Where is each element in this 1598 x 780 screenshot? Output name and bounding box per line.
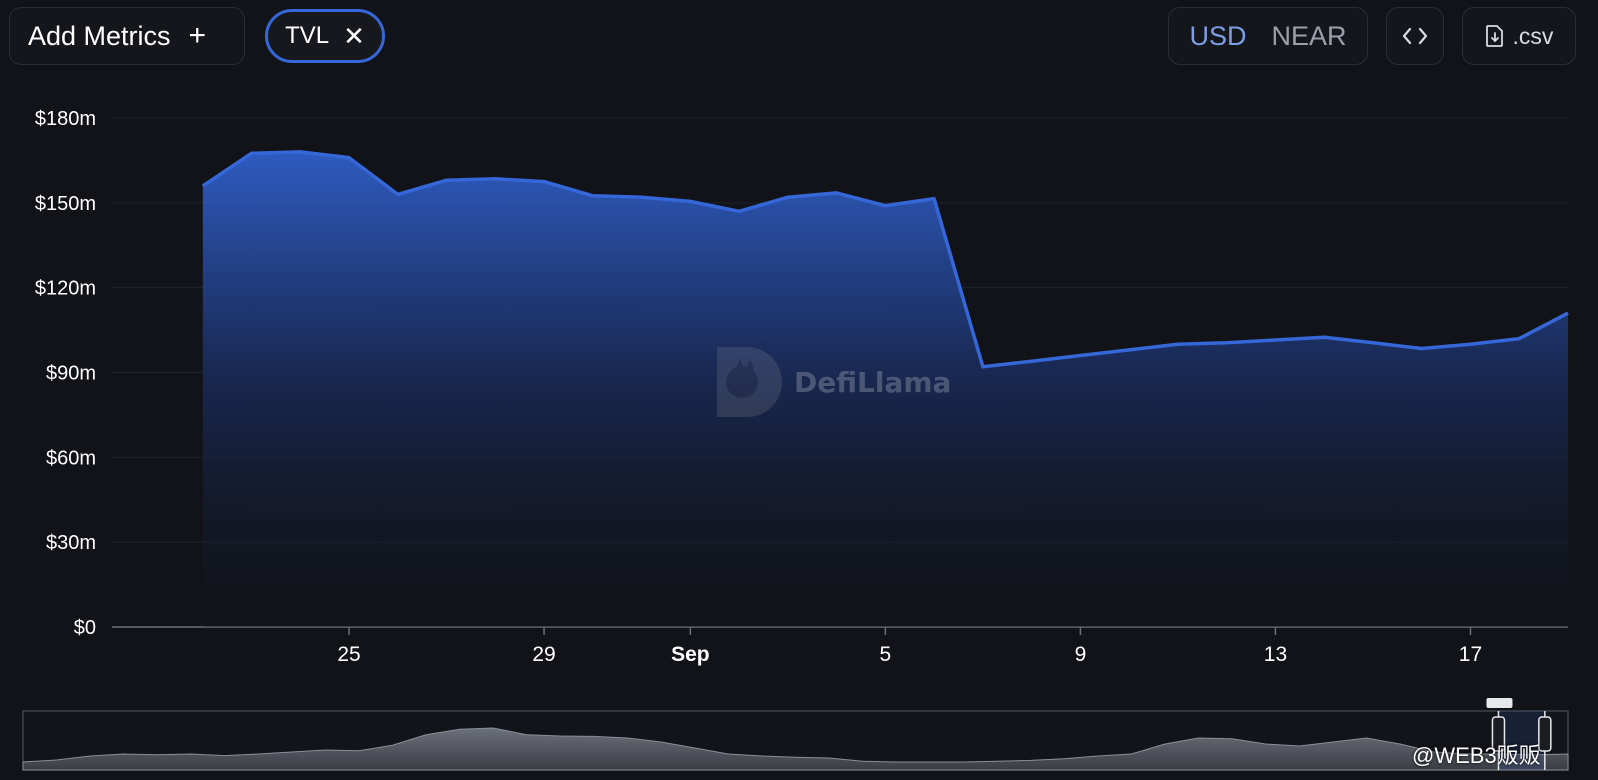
add-metrics-button[interactable]: Add Metrics + <box>9 7 245 65</box>
y-tick-label: $90m <box>46 363 96 385</box>
x-tick-label: 25 <box>337 643 360 666</box>
x-tick-label: 29 <box>532 643 555 666</box>
x-tick-label: Sep <box>671 643 710 666</box>
csv-label: .csv <box>1512 22 1554 49</box>
corner-watermark: @WEB3贩贩 <box>1412 738 1541 770</box>
y-tick-label: $180m <box>35 108 96 130</box>
x-tick-label: 17 <box>1459 643 1482 666</box>
series-layer <box>201 150 1569 627</box>
embed-button[interactable] <box>1386 7 1444 65</box>
tvl-area-chart: $0 $30m $60m $90m $120m $150m $180m 25 29 Sep 5 9 1… <box>22 108 1569 771</box>
csv-download-button[interactable]: .csv <box>1462 7 1576 65</box>
x-tick-label: 9 <box>1075 643 1087 666</box>
brush-grip-tab <box>1486 698 1513 708</box>
tvl-chip-label: TVL <box>285 22 330 49</box>
y-tick-label: $150m <box>35 193 96 215</box>
y-tick-label: $60m <box>46 447 96 469</box>
tvl-metric-chip[interactable]: TVL ✕ <box>265 9 385 63</box>
add-metrics-label: Add Metrics <box>28 20 171 51</box>
corner-watermark-text: @WEB3贩贩 <box>1412 743 1541 768</box>
x-axis: 25 29 Sep 5 9 13 17 <box>337 627 1482 666</box>
code-icon <box>1402 27 1428 45</box>
file-download-icon <box>1485 25 1503 47</box>
y-axis: $0 $30m $60m $90m $120m $150m $180m <box>35 108 96 639</box>
currency-toggle[interactable]: USD NEAR <box>1168 7 1368 65</box>
y-tick-label: $0 <box>74 617 96 639</box>
close-icon[interactable]: ✕ <box>343 23 365 49</box>
currency-option-near[interactable]: NEAR <box>1271 21 1346 52</box>
tvl-area-fill <box>202 151 1568 627</box>
x-tick-label: 13 <box>1264 643 1287 666</box>
plus-icon: + <box>188 19 207 52</box>
x-tick-label: 5 <box>880 643 892 666</box>
y-tick-label: $30m <box>46 532 96 554</box>
currency-option-usd[interactable]: USD <box>1189 21 1246 52</box>
brush-overview[interactable] <box>22 698 1569 771</box>
y-tick-label: $120m <box>35 278 96 300</box>
